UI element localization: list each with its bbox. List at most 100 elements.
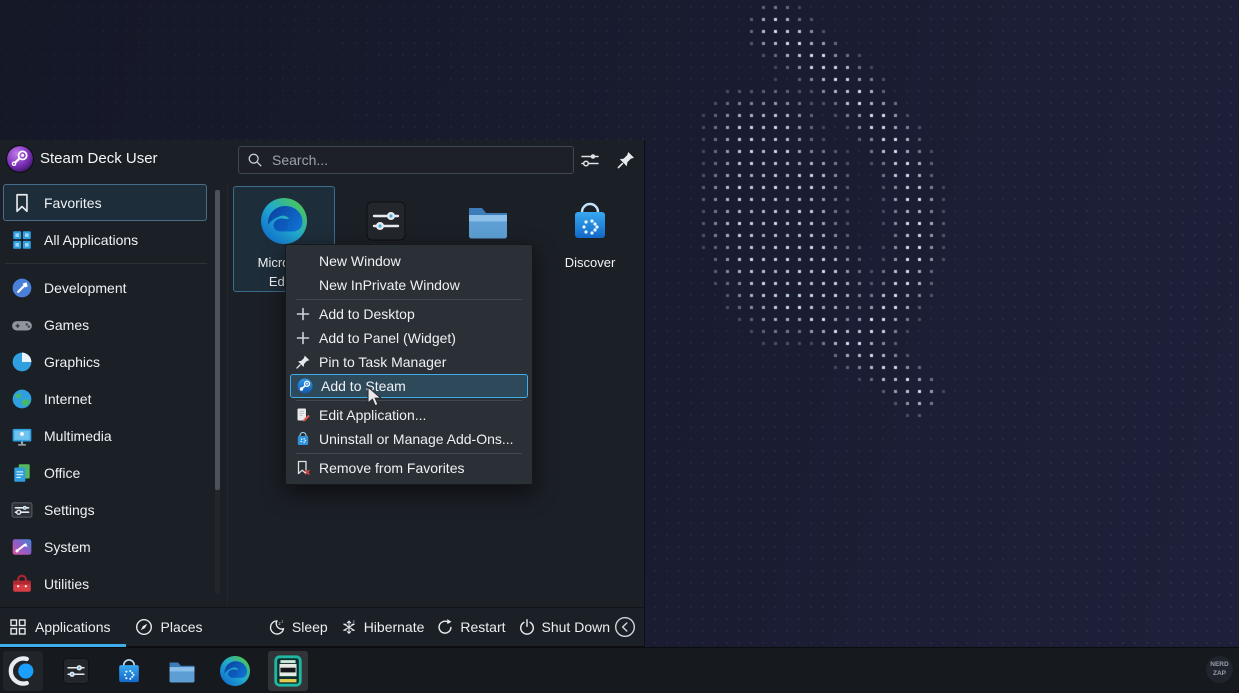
plus-icon xyxy=(295,330,311,346)
footer-tabs: Applications Places xyxy=(0,608,218,646)
user-name: Steam Deck User xyxy=(40,150,158,167)
taskbar-system-settings[interactable] xyxy=(56,651,96,691)
pin-icon xyxy=(295,354,311,370)
launcher-header: Steam Deck User Search... xyxy=(0,140,644,180)
app-discover[interactable]: Discover xyxy=(539,186,641,292)
menu-item-add-to-panel[interactable]: Add to Panel (Widget) xyxy=(288,326,530,350)
menu-item-add-to-desktop-label: Add to Desktop xyxy=(319,306,415,322)
restart-button[interactable]: Restart xyxy=(436,618,505,636)
development-icon xyxy=(11,277,33,299)
edge-icon xyxy=(258,195,310,247)
sidebar-item-internet[interactable]: Internet xyxy=(3,380,207,417)
context-menu-separator xyxy=(296,299,522,300)
configure-icon[interactable] xyxy=(580,150,600,170)
all-applications-icon xyxy=(11,229,33,251)
remove-favorite-icon xyxy=(295,460,311,476)
menu-item-remove-from-favorites-label: Remove from Favorites xyxy=(319,460,464,476)
office-icon xyxy=(11,462,33,484)
taskbar-emudeck[interactable] xyxy=(268,651,308,691)
search-icon xyxy=(247,152,263,168)
sidebar-item-development[interactable]: Development xyxy=(3,269,207,306)
sidebar-item-utilities-label: Utilities xyxy=(44,576,89,592)
context-menu: New Window New InPrivate Window Add to Des… xyxy=(285,244,533,485)
sidebar-item-games[interactable]: Games xyxy=(3,306,207,343)
svg-text:z: z xyxy=(281,619,283,623)
context-menu-separator xyxy=(296,453,522,454)
hibernate-icon: z xyxy=(340,618,358,636)
sidebar-item-internet-label: Internet xyxy=(44,391,91,407)
menu-item-remove-from-favorites[interactable]: Remove from Favorites xyxy=(288,456,530,480)
tab-places[interactable]: Places xyxy=(126,608,218,646)
taskbar-items xyxy=(3,651,308,691)
sidebar-item-system-label: System xyxy=(44,539,91,555)
power-actions: zzSleepzHibernateRestartShut Down xyxy=(268,618,610,636)
bookmark-icon xyxy=(11,192,33,214)
header-actions xyxy=(580,150,636,170)
hibernate-button[interactable]: z Hibernate xyxy=(340,618,425,636)
watermark-badge: NERD ZAP xyxy=(1206,656,1233,683)
menu-item-new-window[interactable]: New Window xyxy=(288,249,530,273)
menu-item-new-inprivate-window-label: New InPrivate Window xyxy=(319,277,460,293)
shut-down-button[interactable]: Shut Down xyxy=(518,618,610,636)
sidebar: Favorites All Applications Development Game… xyxy=(0,184,228,606)
menu-item-add-to-steam-label: Add to Steam xyxy=(321,378,406,394)
restart-icon xyxy=(436,618,454,636)
taskbar-microsoft-edge[interactable] xyxy=(215,651,255,691)
menu-item-edit-application[interactable]: Edit Application... xyxy=(288,403,530,427)
menu-item-pin-to-task-manager-label: Pin to Task Manager xyxy=(319,354,446,370)
no-icon xyxy=(295,253,311,269)
menu-item-new-inprivate-window[interactable]: New InPrivate Window xyxy=(288,273,530,297)
sidebar-separator xyxy=(5,263,207,264)
sleep-icon: zz xyxy=(268,618,286,636)
games-icon xyxy=(11,314,33,336)
restart-button-label: Restart xyxy=(460,619,505,635)
tab-applications[interactable]: Applications xyxy=(0,608,126,646)
sidebar-item-all-applications[interactable]: All Applications xyxy=(3,221,207,258)
shutdown-icon xyxy=(518,618,536,636)
sidebar-item-favorites-label: Favorites xyxy=(44,195,102,211)
sidebar-item-multimedia-label: Multimedia xyxy=(44,428,112,444)
launcher-footer: ApplicationsPlaces zzSleepzHibernateRest… xyxy=(0,607,644,646)
sidebar-item-utilities[interactable]: Utilities xyxy=(3,565,207,602)
sidebar-item-games-label: Games xyxy=(44,317,89,333)
session-overflow-button[interactable] xyxy=(614,616,636,638)
menu-item-pin-to-task-manager[interactable]: Pin to Task Manager xyxy=(288,350,530,374)
menu-item-add-to-panel-label: Add to Panel (Widget) xyxy=(319,330,456,346)
search-input[interactable]: Search... xyxy=(238,146,574,174)
sleep-button[interactable]: zz Sleep xyxy=(268,618,328,636)
sidebar-item-multimedia[interactable]: Multimedia xyxy=(3,417,207,454)
taskbar: NERD ZAP xyxy=(0,647,1239,693)
mouse-cursor xyxy=(366,386,386,408)
tab-places-label: Places xyxy=(161,619,203,635)
sidebar-scrollbar[interactable] xyxy=(215,190,220,594)
tab-applications-label: Applications xyxy=(35,619,111,635)
sidebar-item-system[interactable]: System xyxy=(3,528,207,565)
taskbar-discover[interactable] xyxy=(109,651,149,691)
menu-item-add-to-desktop[interactable]: Add to Desktop xyxy=(288,302,530,326)
sidebar-item-graphics[interactable]: Graphics xyxy=(3,343,207,380)
search-placeholder: Search... xyxy=(272,152,328,168)
sidebar-item-favorites[interactable]: Favorites xyxy=(3,184,207,221)
settings-icon xyxy=(11,499,33,521)
system-icon xyxy=(11,536,33,558)
taskbar-launcher-button[interactable] xyxy=(3,651,43,691)
menu-item-uninstall[interactable]: Uninstall or Manage Add-Ons... xyxy=(288,427,530,451)
hibernate-button-label: Hibernate xyxy=(364,619,425,635)
menu-item-add-to-steam[interactable]: Add to Steam xyxy=(290,374,528,398)
context-menu-separator xyxy=(296,400,522,401)
sidebar-scrollbar-thumb[interactable] xyxy=(215,190,220,490)
pin-icon[interactable] xyxy=(616,150,636,170)
sleep-button-label: Sleep xyxy=(292,619,328,635)
systemsettings-app-icon xyxy=(59,654,93,688)
sidebar-item-settings[interactable]: Settings xyxy=(3,491,207,528)
taskbar-file-manager[interactable] xyxy=(162,651,202,691)
places-icon xyxy=(135,618,153,636)
user-avatar-icon[interactable] xyxy=(6,145,34,173)
sidebar-item-office[interactable]: Office xyxy=(3,454,207,491)
edge-icon xyxy=(218,654,252,688)
steamdeck-launcher-icon xyxy=(6,654,40,688)
emudeck-icon xyxy=(271,654,305,688)
multimedia-icon xyxy=(11,425,33,447)
graphics-icon xyxy=(11,351,33,373)
internet-icon xyxy=(11,388,33,410)
